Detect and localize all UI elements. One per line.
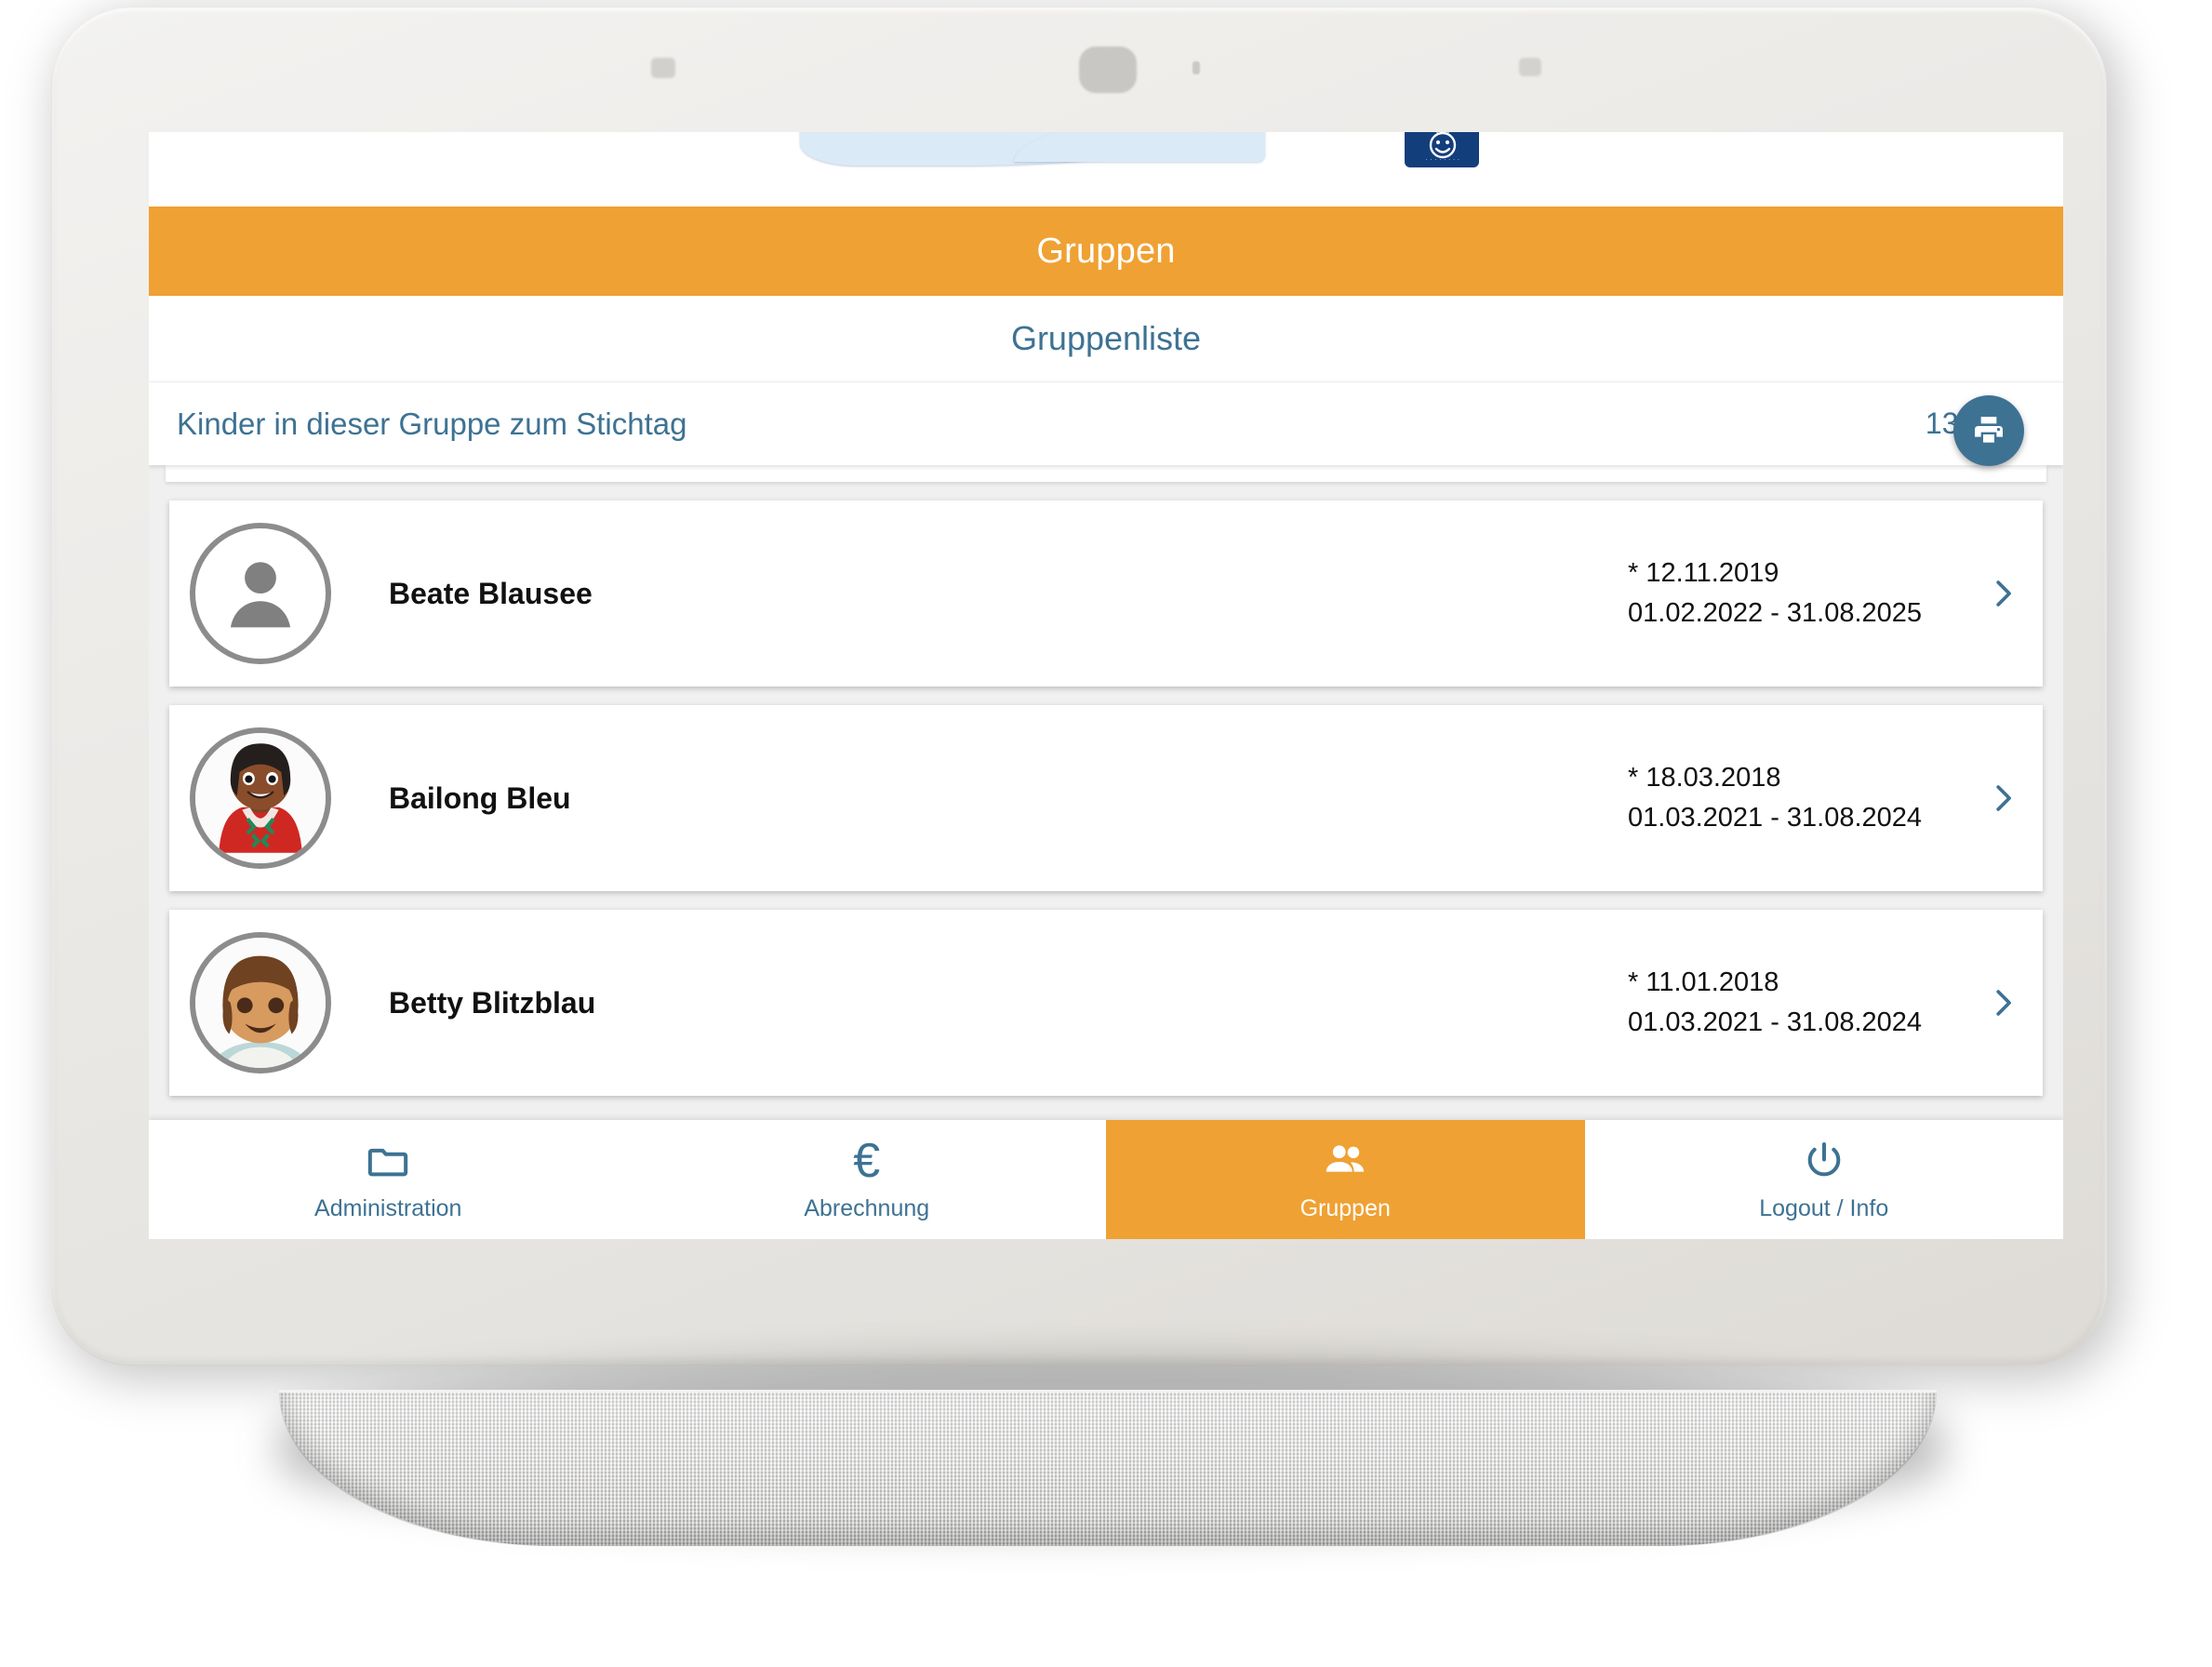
child-birthdate: * 11.01.2018 [1628, 967, 1779, 997]
logo-subtitle: · · · · · · · · [1425, 156, 1460, 164]
avatar [190, 727, 331, 869]
nav-item-administration[interactable]: Administration [149, 1120, 628, 1239]
printer-icon [1975, 417, 2003, 443]
children-list[interactable]: Beate Blausee * 12.11.2019 01.02.2022 - … [149, 465, 2063, 1127]
people-icon [1322, 1138, 1368, 1184]
child-name: Beate Blausee [389, 576, 593, 610]
camera-icon [1079, 47, 1137, 93]
nav-label: Administration [314, 1194, 462, 1221]
nav-item-abrechnung[interactable]: € Abrechnung [628, 1120, 1107, 1239]
device-speaker-base [279, 1390, 1937, 1546]
child-dates: * 18.03.2018 01.03.2021 - 31.08.2024 [1628, 758, 2019, 839]
nav-label: Logout / Info [1759, 1194, 1889, 1221]
nav-label: Abrechnung [804, 1194, 930, 1221]
child-name: Betty Blitzblau [389, 985, 596, 1020]
sub-navigation: Gruppenliste [149, 296, 2063, 381]
child-name: Bailong Bleu [389, 780, 571, 815]
euro-icon: € [853, 1133, 881, 1188]
indicator-led-icon [1193, 61, 1200, 74]
child-dates: * 12.11.2019 01.02.2022 - 31.08.2025 [1628, 553, 2019, 634]
logo-wave-tail-shape [1014, 132, 1265, 162]
person-placeholder-icon [230, 562, 291, 628]
nav-item-gruppen[interactable]: Gruppen [1106, 1120, 1585, 1239]
child-photo-betty [195, 938, 326, 1068]
list-item[interactable]: Beate Blausee * 12.11.2019 01.02.2022 - … [169, 500, 2043, 687]
chevron-right-icon[interactable] [1987, 987, 2019, 1019]
nav-label: Gruppen [1299, 1194, 1391, 1221]
breadcrumb-gruppenliste-link[interactable]: Gruppenliste [1011, 319, 1201, 358]
power-icon [1803, 1138, 1846, 1184]
sensor-right-icon [1519, 58, 1541, 76]
child-period: 01.03.2021 - 31.08.2024 [1628, 1007, 1923, 1037]
child-birthdate: * 18.03.2018 [1628, 762, 1781, 793]
screen: · · · · · · · · Gruppen Gruppenliste Kin… [149, 132, 2063, 1239]
child-dates: * 11.01.2018 01.03.2021 - 31.08.2024 [1628, 963, 2019, 1044]
folder-icon [366, 1138, 409, 1184]
section-header: Kinder in dieser Gruppe zum Stichtag 13/… [149, 381, 2063, 466]
nav-item-logout-info[interactable]: Logout / Info [1585, 1120, 2064, 1239]
child-period: 01.02.2022 - 31.08.2025 [1628, 598, 1923, 628]
list-scroll-peek [166, 465, 2046, 482]
app-logo-banner: · · · · · · · · [149, 132, 2063, 207]
list-item[interactable]: Betty Blitzblau * 11.01.2018 01.03.2021 … [169, 910, 2043, 1096]
child-period: 01.03.2021 - 31.08.2024 [1628, 803, 1923, 833]
child-photo-bailong [195, 733, 326, 863]
list-item[interactable]: Bailong Bleu * 18.03.2018 01.03.2021 - 3… [169, 705, 2043, 891]
section-title: Kinder in dieser Gruppe zum Stichtag [177, 406, 687, 441]
sensor-left-icon [651, 58, 675, 78]
chevron-right-icon[interactable] [1987, 578, 2019, 609]
avatar [190, 932, 331, 1074]
child-birthdate: * 12.11.2019 [1628, 557, 1779, 588]
avatar [190, 523, 331, 664]
chevron-right-icon[interactable] [1987, 782, 2019, 814]
page-title-bar: Gruppen [149, 207, 2063, 296]
bottom-navigation: Administration € Abrechnung Gruppen Logo… [149, 1120, 2063, 1239]
device-stage: · · · · · · · · Gruppen Gruppenliste Kin… [0, 0, 2212, 1667]
page-title: Gruppen [1036, 231, 1176, 271]
print-button[interactable] [1953, 395, 2024, 466]
